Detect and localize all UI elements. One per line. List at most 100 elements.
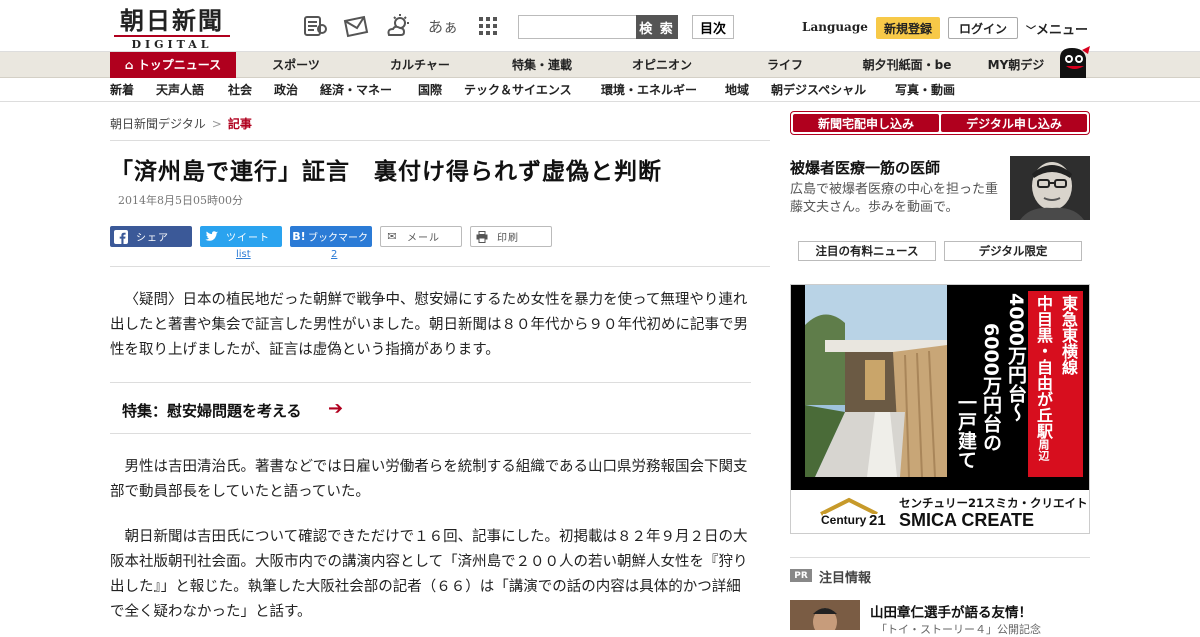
- article-lead: 〈疑問〉日本の植民地だった朝鮮で戦争中、慰安婦にするため女性を暴力を使って無理や…: [110, 292, 748, 358]
- menu-label: メニュー: [1036, 23, 1089, 38]
- subscribe-box: 新聞宅配申し込み デジタル申し込み: [790, 111, 1090, 135]
- weather-icon[interactable]: [384, 12, 414, 40]
- feature-link-label: 特集：慰安婦問題を考える: [122, 402, 302, 420]
- divider: [110, 266, 770, 267]
- subnav-special[interactable]: 朝デジスペシャル: [771, 78, 866, 102]
- sub-nav: 新着 天声人語 社会 政治 経済・マネー 国際 テック＆サイエンス 環境・エネル…: [0, 78, 1200, 102]
- advertisement-banner[interactable]: 東急東横線 中目黒・自由が丘駅周辺 4000万円台～ 6000万円台の 一戸建て…: [790, 284, 1090, 534]
- svg-text:21: 21: [869, 512, 886, 528]
- article-body-paragraph: 朝日新聞は吉田氏について確認できただけで１６回、記事にした。初掲載は８２年９月２…: [110, 529, 748, 620]
- print-label: 印刷: [497, 233, 519, 244]
- subscribe-digital-button[interactable]: デジタル申し込み: [941, 114, 1087, 132]
- twitter-count[interactable]: list: [236, 249, 251, 260]
- facebook-share-label: シェア: [136, 233, 169, 244]
- ad-brand-jp: センチュリー21スミカ・クリエイト: [899, 496, 1088, 510]
- tab-digital-only[interactable]: デジタル限定: [944, 241, 1082, 261]
- facebook-share-button[interactable]: シェア: [110, 226, 192, 247]
- subnav-society[interactable]: 社会: [228, 78, 252, 102]
- ad-station: 中目黒・自由が丘駅: [1034, 295, 1053, 439]
- subnav-environment[interactable]: 環境・エネルギー: [601, 78, 697, 102]
- nav-sports[interactable]: スポーツ: [256, 52, 336, 78]
- index-button[interactable]: 目次: [692, 15, 734, 39]
- promo-title[interactable]: 被爆者医療一筋の医師: [790, 157, 940, 178]
- subnav-economy[interactable]: 経済・マネー: [320, 78, 392, 102]
- breadcrumb: 朝日新聞デジタル > 記事: [110, 115, 252, 132]
- nav-features[interactable]: 特集・連載: [500, 52, 584, 78]
- hatena-bookmark-label: ブックマーク: [308, 233, 368, 244]
- promo-photo[interactable]: [1010, 156, 1090, 220]
- mail-share-button[interactable]: ✉ メール: [380, 226, 462, 247]
- mail-icon: ✉: [387, 230, 397, 243]
- hatena-count[interactable]: 2: [331, 249, 337, 260]
- top-header: 朝日新聞 DIGITAL あぁ 検 索 目次 Language 新規登録 ログイ…: [0, 0, 1200, 52]
- divider: [110, 140, 770, 141]
- ad-station-small: 周辺: [1037, 439, 1050, 461]
- hatena-bookmark-button[interactable]: B! ブックマーク: [290, 226, 372, 247]
- breadcrumb-current: 記事: [227, 117, 252, 131]
- breadcrumb-home[interactable]: 朝日新聞デジタル: [110, 117, 206, 131]
- pr-subtitle: 「トイ・ストーリー４」公開記念: [876, 623, 1041, 636]
- pr-title[interactable]: 山田章仁選手が語る友情！: [870, 601, 1032, 621]
- twitter-icon: [200, 226, 222, 247]
- mail-icon[interactable]: [341, 12, 371, 40]
- nav-culture[interactable]: カルチャー: [378, 52, 462, 78]
- nav-newspaper[interactable]: 朝夕刊紙面・be: [852, 52, 962, 78]
- promo-description: 広島で被爆者医療の中心を担った重藤文夫さん。歩みを動画で。: [790, 182, 999, 215]
- article-title: 「済州島で連行」証言 裏付け得られず虚偽と判断: [110, 159, 662, 185]
- pr-section-label: 注目情報: [819, 571, 872, 586]
- twitter-share-button[interactable]: ツイート: [200, 226, 282, 247]
- logo-sub: DIGITAL: [114, 35, 230, 51]
- menu-button[interactable]: ﹀メニュー: [1026, 19, 1088, 38]
- nav-life[interactable]: ライフ: [745, 52, 825, 78]
- facebook-icon: [110, 226, 132, 247]
- pr-photo[interactable]: [790, 600, 860, 630]
- newspaper-icon[interactable]: [300, 12, 330, 40]
- svg-text:Century: Century: [821, 513, 867, 527]
- divider: [790, 557, 1090, 558]
- nav-opinion[interactable]: オピニオン: [620, 52, 704, 78]
- century21-logo: Century 21: [819, 494, 891, 529]
- chevron-down-icon: ﹀: [1026, 26, 1036, 37]
- mail-share-label: メール: [407, 233, 440, 244]
- feature-link[interactable]: 特集：慰安婦問題を考える ➔: [110, 382, 751, 434]
- subnav-politics[interactable]: 政治: [274, 78, 298, 102]
- tab-paid-news[interactable]: 注目の有料ニュース: [798, 241, 936, 261]
- subnav-new[interactable]: 新着: [110, 78, 134, 102]
- nav-top-news[interactable]: ⌂ トップニュース: [110, 52, 236, 78]
- print-button[interactable]: 印刷: [470, 226, 552, 247]
- search-input[interactable]: [518, 15, 638, 39]
- language-link[interactable]: Language: [802, 20, 868, 34]
- hatena-icon: B!: [292, 230, 306, 243]
- printer-icon: [471, 226, 493, 247]
- subnav-international[interactable]: 国際: [418, 78, 442, 102]
- font-size-icon[interactable]: あぁ: [428, 12, 458, 40]
- twitter-share-label: ツイート: [226, 233, 270, 244]
- nav-top-news-label: トップニュース: [137, 58, 222, 72]
- search-button[interactable]: 検 索: [636, 15, 678, 39]
- ad-house-type: 一戸建て: [955, 393, 977, 469]
- ad-station-text: 中目黒・自由が丘駅周辺: [1028, 291, 1058, 477]
- nav-my-asadigi[interactable]: MY朝デジ: [978, 52, 1054, 78]
- article-date: 2014年8月5日05時00分: [118, 194, 243, 207]
- article-body-paragraph: 男性は吉田清治氏。著書などでは日雇い労働者らを統制する組織である山口県労務報国会…: [110, 459, 748, 500]
- subnav-tenseijingo[interactable]: 天声人語: [156, 78, 204, 102]
- ad-footer: Century 21 センチュリー21スミカ・クリエイト SMICA CREATE: [791, 490, 1089, 533]
- subscribe-paper-button[interactable]: 新聞宅配申し込み: [793, 114, 939, 132]
- grid-icon[interactable]: [473, 12, 503, 40]
- mascot-icon[interactable]: [1056, 44, 1092, 78]
- login-button[interactable]: ログイン: [948, 17, 1018, 39]
- subnav-photo[interactable]: 写真・動画: [895, 78, 955, 102]
- site-logo[interactable]: 朝日新聞 DIGITAL: [114, 6, 230, 51]
- pr-badge: PR: [790, 569, 812, 582]
- main-nav: ⌂ トップニュース スポーツ カルチャー 特集・連載 オピニオン ライフ 朝夕刊…: [0, 52, 1200, 78]
- breadcrumb-sep: >: [211, 117, 222, 131]
- ad-brand-en: SMICA CREATE: [899, 510, 1034, 530]
- ad-price: 4000万円台～: [1005, 293, 1027, 422]
- subnav-region[interactable]: 地域: [725, 78, 749, 102]
- arrow-right-icon: ➔: [328, 398, 344, 419]
- ad-house-photo: [805, 285, 947, 477]
- ad-route-line: 東急東横線: [1059, 295, 1078, 375]
- logo-name: 朝日新聞: [120, 6, 224, 35]
- register-button[interactable]: 新規登録: [876, 17, 940, 39]
- subnav-tech[interactable]: テック＆サイエンス: [464, 78, 572, 102]
